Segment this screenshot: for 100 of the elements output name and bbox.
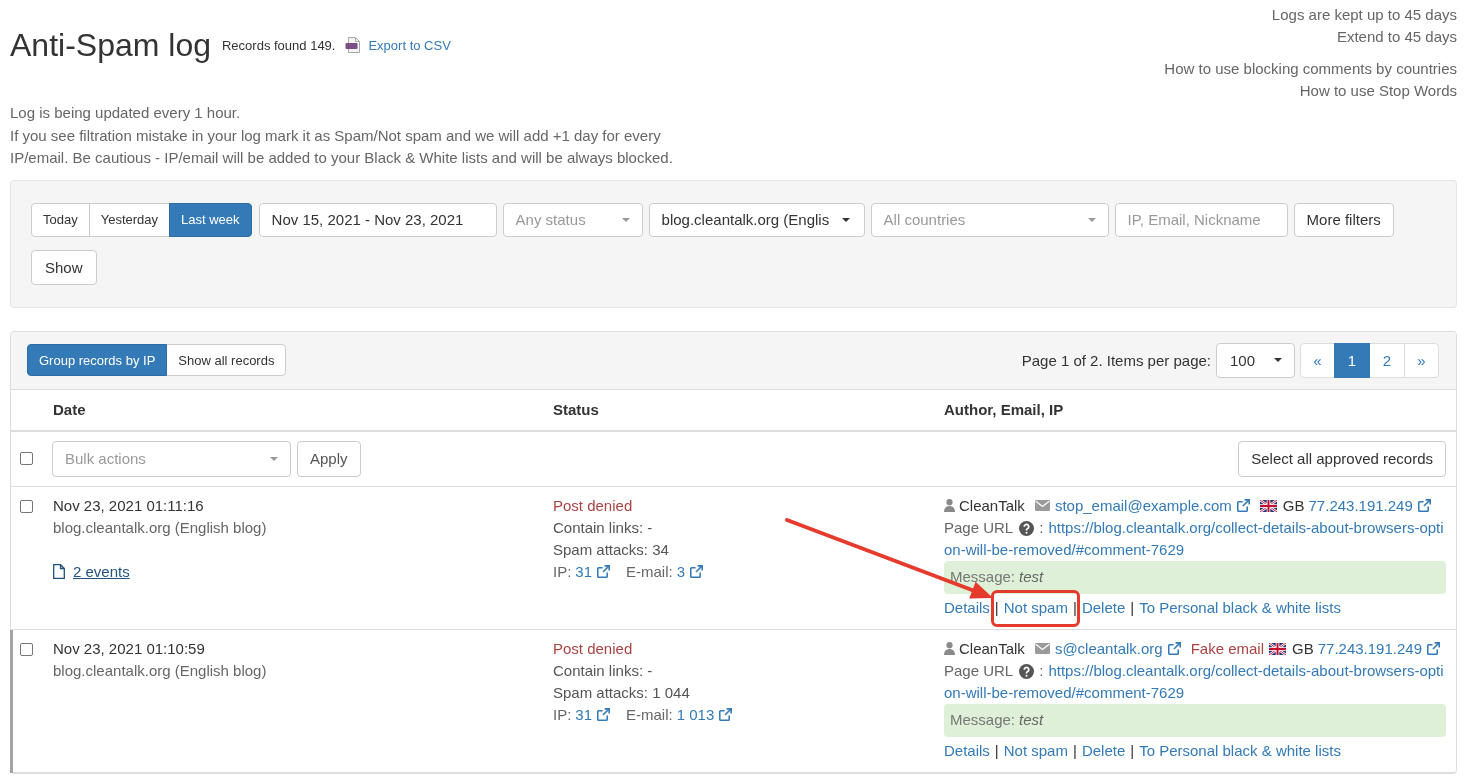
flag-icon bbox=[1269, 642, 1286, 655]
notice-text: If you see filtration mistake in your log mark it as Spam/Not spam and we will add +1 day for every IP/email. Be cautious - IP/email will be added to your Black & White lists and will be always blocked. bbox=[10, 125, 674, 168]
user-icon bbox=[944, 499, 955, 512]
notice-text: Log is being updated every 1 hour. bbox=[10, 103, 241, 123]
action-link[interactable]: To Personal black & white lists bbox=[1139, 741, 1341, 759]
page-url-colon: : bbox=[1039, 661, 1044, 679]
status-text: Post denied bbox=[553, 496, 633, 514]
column-header: Author, Email, IP bbox=[944, 400, 1064, 418]
count-link[interactable]: 1 013 bbox=[676, 705, 733, 723]
period-button[interactable]: Last week bbox=[169, 202, 252, 237]
page-url-link[interactable]: https://blog.cleantalk.org/collect-details-about-browsers-opti bbox=[1048, 518, 1444, 536]
stat-text: Contain links: - bbox=[553, 518, 653, 536]
page-url-link[interactable]: on-will-be-removed/#comment-7629 bbox=[944, 540, 1185, 558]
envelope-icon bbox=[1034, 500, 1050, 511]
action-link[interactable]: To Personal black & white lists bbox=[1139, 598, 1341, 616]
external-link-icon bbox=[1167, 641, 1181, 655]
select-approved-button[interactable]: Select all approved records bbox=[1238, 440, 1446, 477]
more-filters-button[interactable]: More filters bbox=[1293, 202, 1394, 237]
action-separator: | bbox=[1130, 598, 1135, 616]
records-count: Records found 149. bbox=[222, 37, 336, 53]
country-select[interactable]: All countries bbox=[870, 202, 1109, 237]
action-separator: | bbox=[1072, 598, 1077, 616]
period-button[interactable]: Yesterday bbox=[88, 202, 171, 237]
external-link-icon bbox=[1417, 498, 1431, 512]
search-field[interactable]: IP, Email, Nickname bbox=[1114, 202, 1288, 237]
select-all-checkbox[interactable] bbox=[20, 452, 33, 465]
per-page-select[interactable]: 100 bbox=[1216, 342, 1295, 378]
site-select[interactable]: blog.cleantalk.org (Englis bbox=[648, 202, 865, 237]
action-link[interactable]: Delete bbox=[1081, 741, 1126, 759]
action-link[interactable]: Not spam bbox=[1003, 741, 1068, 759]
external-link-icon bbox=[719, 707, 733, 721]
action-link[interactable]: Details bbox=[944, 598, 990, 616]
message-label: Message: bbox=[950, 568, 1016, 585]
column-header: Date bbox=[53, 400, 86, 418]
action-link[interactable]: Details bbox=[944, 741, 990, 759]
count-link[interactable]: 31 bbox=[575, 705, 611, 723]
page-button[interactable]: 1 bbox=[1334, 342, 1370, 378]
email-link[interactable]: s@cleantalk.org bbox=[1054, 637, 1181, 660]
action-link[interactable]: Delete bbox=[1081, 598, 1126, 616]
external-link-icon bbox=[690, 564, 704, 578]
message-text: test bbox=[1019, 568, 1044, 585]
help-icon bbox=[1019, 520, 1035, 536]
count-label: IP: bbox=[553, 705, 572, 723]
page-url-link[interactable]: https://blog.cleantalk.org/collect-details-about-browsers-opti bbox=[1048, 661, 1444, 679]
events-link[interactable]: 2 events bbox=[53, 560, 130, 583]
count-label: E-mail: bbox=[626, 562, 673, 580]
bulk-actions-select[interactable]: Bulk actions bbox=[52, 440, 291, 477]
country-code: GB bbox=[1292, 638, 1314, 659]
row-checkbox[interactable] bbox=[20, 499, 33, 513]
external-link-icon bbox=[597, 564, 611, 578]
page-button[interactable]: « bbox=[1300, 342, 1335, 378]
date-range-field[interactable]: Nov 15, 2021 - Nov 23, 2021 bbox=[258, 202, 497, 237]
record-site: blog.cleantalk.org (English blog) bbox=[53, 661, 267, 679]
email-link[interactable]: stop_email@example.com bbox=[1054, 494, 1250, 517]
record-site: blog.cleantalk.org (English blog) bbox=[53, 518, 267, 536]
page-url-link[interactable]: on-will-be-removed/#comment-7629 bbox=[944, 683, 1185, 701]
count-link[interactable]: 31 bbox=[575, 562, 611, 580]
ip-link[interactable]: 77.243.191.249 bbox=[1317, 637, 1440, 660]
country-code: GB bbox=[1282, 495, 1305, 516]
page-title: Anti-Spam log bbox=[10, 26, 211, 65]
count-label: E-mail: bbox=[626, 705, 673, 723]
page-button[interactable]: » bbox=[1404, 342, 1439, 378]
action-link[interactable]: Not spam bbox=[1003, 598, 1068, 616]
external-link-icon bbox=[1236, 498, 1250, 512]
stat-text: Spam attacks: 34 bbox=[553, 540, 669, 558]
count-link[interactable]: 3 bbox=[676, 562, 704, 580]
extend-link[interactable]: Extend to 45 days bbox=[1336, 26, 1457, 48]
view-mode-button[interactable]: Group records by IP bbox=[27, 344, 168, 376]
show-button[interactable]: Show bbox=[31, 249, 97, 285]
action-separator: | bbox=[994, 598, 999, 616]
email-warning: Fake email bbox=[1190, 638, 1264, 659]
message-text: test bbox=[1019, 711, 1044, 728]
row-checkbox[interactable] bbox=[20, 642, 33, 656]
export-link[interactable]: Export to CSV bbox=[368, 37, 451, 53]
csv-file-icon bbox=[345, 37, 362, 53]
column-header: Status bbox=[553, 400, 599, 418]
status-select[interactable]: Any status bbox=[502, 202, 643, 237]
status-text: Post denied bbox=[553, 639, 633, 657]
page-url-colon: : bbox=[1039, 518, 1044, 536]
action-separator: | bbox=[1072, 741, 1077, 759]
help-link[interactable]: How to use Stop Words bbox=[1299, 80, 1457, 102]
apply-button[interactable]: Apply bbox=[297, 440, 361, 477]
caret-icon bbox=[1087, 217, 1096, 222]
period-button[interactable]: Today bbox=[31, 202, 90, 237]
caret-icon bbox=[621, 217, 630, 222]
page-url-label: Page URL bbox=[944, 661, 1014, 679]
caret-icon bbox=[270, 456, 278, 461]
view-mode-button[interactable]: Show all records bbox=[166, 344, 287, 376]
external-link-icon bbox=[1427, 641, 1440, 655]
ip-link[interactable]: 77.243.191.249 bbox=[1308, 494, 1431, 517]
stat-text: Spam attacks: 1 044 bbox=[553, 683, 690, 701]
author-name: CleanTalk bbox=[959, 495, 1025, 516]
retention-note: Logs are kept up to 45 days bbox=[1271, 5, 1457, 25]
external-link-icon bbox=[597, 707, 611, 721]
count-label: IP: bbox=[553, 562, 572, 580]
document-icon bbox=[53, 564, 65, 579]
help-link[interactable]: How to use blocking comments by countries bbox=[1164, 58, 1457, 80]
page-url-label: Page URL bbox=[944, 518, 1014, 536]
stat-text: Contain links: - bbox=[553, 661, 653, 679]
page-button[interactable]: 2 bbox=[1369, 342, 1405, 378]
